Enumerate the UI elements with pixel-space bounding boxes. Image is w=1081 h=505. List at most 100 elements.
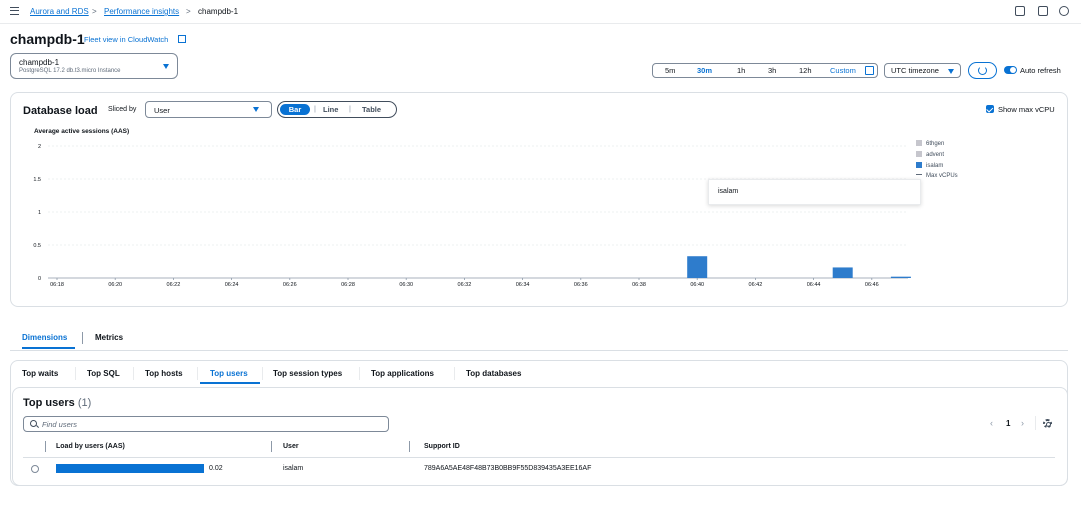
divider (23, 457, 1055, 458)
x-tick-label: 06:40 (690, 282, 704, 288)
menu-icon[interactable] (10, 7, 19, 15)
time-option-1h[interactable]: 1h (737, 66, 745, 75)
column-header-user[interactable]: User (283, 443, 299, 450)
legend-label: 6thgen (926, 141, 945, 147)
time-option-30m[interactable]: 30m (697, 66, 712, 75)
separator (454, 367, 455, 380)
calendar-icon[interactable] (865, 66, 874, 75)
caret-down-icon (948, 69, 954, 74)
y-tick-label: 1.5 (33, 177, 41, 183)
breadcrumb-separator: > (92, 7, 97, 16)
chart-bar-isalam[interactable] (890, 276, 911, 278)
external-link-icon[interactable] (178, 35, 186, 43)
x-tick-label: 06:42 (749, 282, 763, 288)
previous-page-icon[interactable]: ‹ (990, 418, 993, 428)
x-tick-label: 06:46 (865, 282, 879, 288)
view-mode-line[interactable]: Line (323, 105, 338, 114)
next-page-icon[interactable]: › (1021, 418, 1024, 428)
tab-top-applications[interactable]: Top applications (371, 369, 434, 378)
tab-dimensions[interactable]: Dimensions (22, 333, 67, 342)
feedback-icon[interactable] (1015, 6, 1025, 16)
y-tick-label: 1 (38, 210, 41, 216)
time-option-3h[interactable]: 3h (768, 66, 776, 75)
legend-swatch (916, 140, 922, 146)
column-header-support-id[interactable]: Support ID (424, 443, 460, 450)
chart-bar-isalam[interactable] (832, 267, 853, 278)
tab-top-hosts[interactable]: Top hosts (145, 369, 183, 378)
x-tick-label: 06:36 (574, 282, 588, 288)
timezone-label: UTC timezone (891, 66, 939, 75)
column-separator (45, 441, 46, 452)
settings-icon[interactable] (1059, 6, 1069, 16)
tab-top-sql[interactable]: Top SQL (87, 369, 120, 378)
legend-item-6thgen[interactable]: 6thgen (916, 140, 944, 147)
legend-item-isalam[interactable]: isalam (916, 162, 943, 169)
instance-selector[interactable]: champdb-1 PostgreSQL 17.2 db.t3.micro In… (10, 53, 178, 79)
instance-meta: PostgreSQL 17.2 db.t3.micro Instance (19, 68, 121, 74)
legend-label: advent (926, 152, 945, 158)
tab-top-users[interactable]: Top users (210, 369, 248, 378)
x-tick-label: 06:28 (341, 282, 355, 288)
find-users-input[interactable] (42, 419, 382, 430)
top-bar: Aurora and RDS > Performance insights > … (0, 0, 1081, 24)
breadcrumb-aurora-rds[interactable]: Aurora and RDS (30, 7, 89, 16)
tab-top-session-types[interactable]: Top session types (273, 369, 342, 378)
separator (197, 367, 198, 380)
row-support-id: 789A6A5AE48F48B73B0BB9F55D839435A3EE16AF (424, 465, 592, 472)
chart-bar-isalam[interactable] (687, 256, 708, 278)
x-tick-label: 06:44 (807, 282, 821, 288)
row-load-value: 0.02 (209, 465, 223, 472)
show-max-vcpu-checkbox[interactable] (986, 105, 994, 113)
time-option-12h[interactable]: 12h (799, 66, 812, 75)
caret-down-icon (253, 107, 259, 112)
legend-swatch (916, 162, 922, 168)
separator: | (314, 104, 316, 113)
separator (1035, 416, 1036, 430)
slice-by-value: User (154, 106, 170, 115)
legend-line (916, 174, 922, 175)
database-load-panel: 0 0.5 1 1.5 2 06:18 06:20 06:22 06:24 06:26 06:28 0… (10, 92, 1068, 307)
tab-metrics[interactable]: Metrics (95, 333, 123, 342)
time-option-custom[interactable]: Custom (830, 66, 856, 75)
refresh-button[interactable] (968, 62, 997, 79)
row-radio[interactable] (31, 465, 39, 473)
timezone-selector[interactable]: UTC timezone (884, 63, 961, 78)
separator (82, 332, 83, 344)
tooltip-label: isalam (718, 188, 739, 195)
show-max-vcpu-label: Show max vCPU (998, 105, 1055, 114)
time-option-5m[interactable]: 5m (665, 66, 675, 75)
tab-top-waits[interactable]: Top waits (22, 369, 58, 378)
slice-by-select[interactable]: User (145, 101, 272, 118)
find-users-field[interactable] (23, 416, 389, 432)
chart-tooltip: isalam (708, 179, 921, 205)
x-tick-label: 06:24 (225, 282, 239, 288)
gear-icon[interactable] (1043, 419, 1052, 428)
column-header-load[interactable]: Load by users (AAS) (56, 443, 125, 450)
legend-item-max-vcpus[interactable]: Max vCPUs (916, 173, 958, 179)
tab-top-databases[interactable]: Top databases (466, 369, 521, 378)
y-tick-label: 0 (38, 276, 41, 282)
active-tab-indicator (200, 382, 260, 384)
fleet-view-link[interactable]: Fleet view in CloudWatch (84, 35, 168, 44)
database-load-title: Database load (23, 105, 98, 117)
legend-label: Max vCPUs (926, 173, 958, 179)
y-tick-label: 2 (38, 144, 41, 150)
x-tick-label: 06:20 (108, 282, 122, 288)
view-mode-table[interactable]: Table (362, 105, 381, 114)
refresh-icon (978, 66, 987, 75)
instance-name: champdb-1 (19, 58, 60, 67)
breadcrumb-separator: > (186, 7, 191, 16)
breadcrumb-current: champdb-1 (198, 7, 239, 16)
view-mode-bar[interactable]: Bar (280, 103, 310, 115)
auto-refresh-toggle[interactable] (1004, 66, 1017, 74)
separator (262, 367, 263, 380)
separator (133, 367, 134, 380)
sliced-by-label: Sliced by (108, 106, 137, 113)
divider (10, 350, 1068, 351)
search-icon (30, 420, 37, 427)
page-number[interactable]: 1 (1006, 419, 1010, 428)
legend-item-advent[interactable]: advent (916, 151, 944, 158)
x-tick-label: 06:26 (283, 282, 297, 288)
panel-toggle-icon[interactable] (1038, 6, 1048, 16)
breadcrumb-performance-insights[interactable]: Performance insights (104, 7, 179, 16)
